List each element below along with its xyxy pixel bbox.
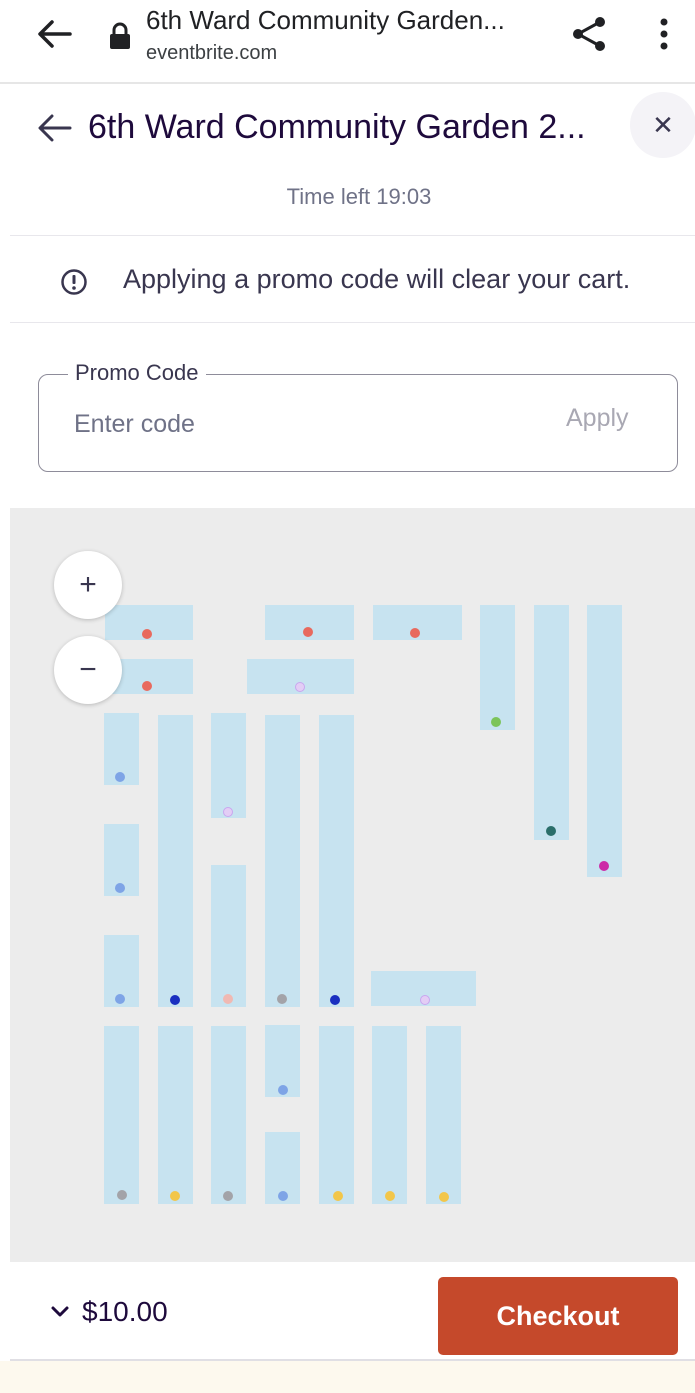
back-arrow-icon[interactable]: [34, 108, 74, 148]
garden-plot[interactable]: [211, 713, 246, 818]
chevron-down-icon[interactable]: [50, 1305, 70, 1319]
garden-plot[interactable]: [319, 715, 354, 1007]
plot-marker: [410, 628, 420, 638]
share-icon[interactable]: [569, 14, 609, 54]
more-vert-icon[interactable]: [650, 14, 678, 54]
plot-marker: [599, 861, 609, 871]
promo-warning: Applying a promo code will clear your ca…: [123, 264, 631, 294]
event-title: 6th Ward Community Garden 2...: [88, 108, 586, 146]
zoom-out-button[interactable]: −: [54, 636, 122, 704]
plot-marker: [546, 826, 556, 836]
plot-marker: [115, 883, 125, 893]
garden-plot[interactable]: [587, 605, 622, 877]
browser-url[interactable]: eventbrite.com: [146, 42, 277, 65]
browser-page-title: 6th Ward Community Garden...: [146, 5, 505, 35]
plot-marker: [277, 994, 287, 1004]
plot-marker: [115, 994, 125, 1004]
garden-plot[interactable]: [104, 1026, 139, 1204]
garden-plot[interactable]: [158, 1026, 193, 1204]
garden-plot[interactable]: [211, 1026, 246, 1204]
garden-plot[interactable]: [319, 1026, 354, 1204]
plot-marker: [223, 994, 233, 1004]
plot-marker: [278, 1191, 288, 1201]
plot-marker: [330, 995, 340, 1005]
time-left: Time left 19:03: [286, 184, 432, 209]
garden-plot[interactable]: [426, 1026, 461, 1204]
garden-plot[interactable]: [265, 715, 300, 1007]
plot-marker: [491, 717, 501, 727]
plot-marker: [303, 627, 313, 637]
close-button[interactable]: ✕: [630, 92, 695, 158]
plot-marker: [439, 1192, 449, 1202]
promo-code-label: Promo Code: [68, 360, 206, 386]
plot-marker: [420, 995, 430, 1005]
order-total[interactable]: $10.00: [82, 1296, 168, 1328]
plot-marker: [170, 995, 180, 1005]
plot-marker: [295, 682, 305, 692]
checkout-button[interactable]: Checkout: [438, 1277, 678, 1355]
garden-plot[interactable]: [372, 1026, 407, 1204]
plot-marker: [385, 1191, 395, 1201]
garden-plot[interactable]: [480, 605, 515, 730]
lock-icon: [110, 22, 130, 49]
plot-marker: [223, 807, 233, 817]
garden-plot[interactable]: [534, 605, 569, 840]
divider: [10, 322, 695, 323]
garden-plot-map[interactable]: + −: [10, 508, 695, 1262]
plot-marker: [333, 1191, 343, 1201]
promo-code-input[interactable]: [74, 404, 514, 444]
plot-marker: [142, 629, 152, 639]
divider: [10, 235, 695, 236]
plot-marker: [223, 1191, 233, 1201]
arrow-left-icon[interactable]: [34, 16, 74, 52]
zoom-in-button[interactable]: +: [54, 551, 122, 619]
garden-plot[interactable]: [211, 865, 246, 1007]
bottom-banner: [0, 1361, 695, 1393]
alert-circle-icon: [61, 269, 87, 295]
plot-marker: [117, 1190, 127, 1200]
plot-marker: [115, 772, 125, 782]
garden-plot[interactable]: [158, 715, 193, 1007]
plot-marker: [142, 681, 152, 691]
browser-toolbar: 6th Ward Community Garden... eventbrite.…: [0, 0, 695, 84]
plot-marker: [170, 1191, 180, 1201]
plot-marker: [278, 1085, 288, 1095]
apply-button[interactable]: Apply: [566, 404, 650, 433]
